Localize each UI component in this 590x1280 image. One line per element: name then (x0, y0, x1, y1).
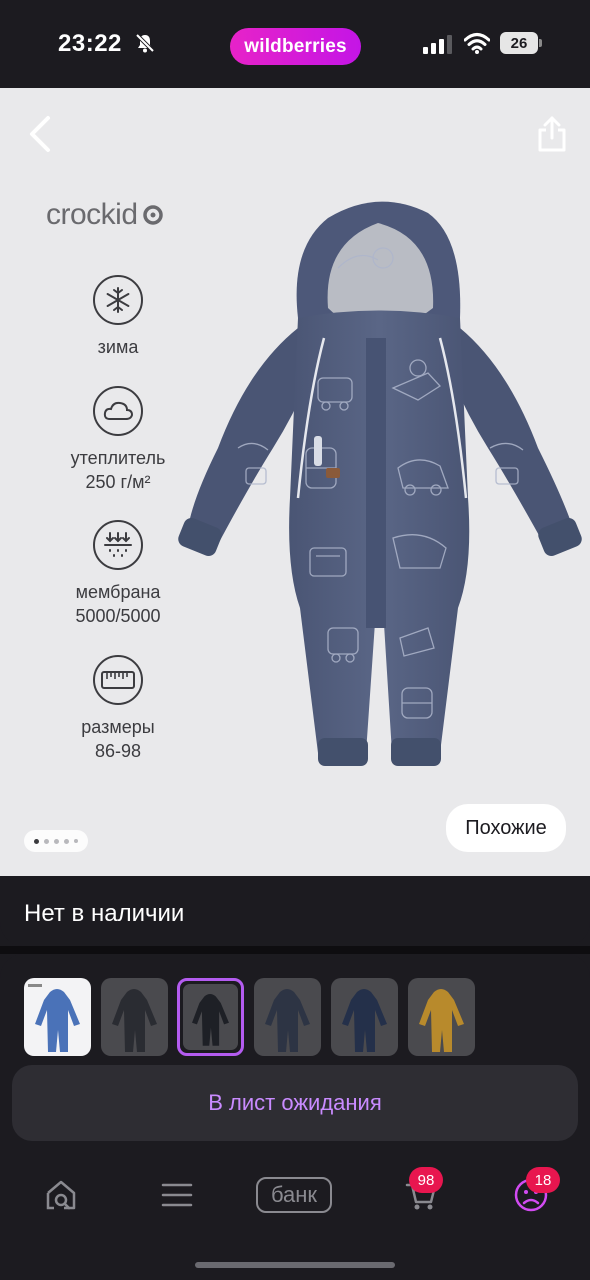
variant-photo (265, 989, 310, 1052)
nav-bank[interactable]: банк (255, 1170, 333, 1220)
wait-list-button[interactable]: В лист ожидания (12, 1065, 578, 1141)
pagination-dot (54, 838, 59, 844)
bottom-navigation: банк 98 18 (0, 1150, 590, 1240)
profile-badge-count: 18 (534, 1171, 552, 1189)
brand-logo: crockid (46, 198, 164, 232)
pagination-dot-active (34, 838, 39, 844)
brand-mark-icon (142, 205, 163, 225)
variant-photo (192, 994, 229, 1046)
feature-label: зима (97, 337, 139, 357)
bank-label: банк (270, 1182, 318, 1207)
feature-sizes: размеры 86-98 (50, 655, 186, 763)
availability-panel: Нет в наличии (0, 876, 590, 946)
nav-catalog[interactable] (152, 1170, 202, 1220)
cart-badge: 98 (409, 1167, 443, 1193)
status-bar: 23:22 wildberries 26 (0, 0, 590, 88)
similar-button-label: Похожие (465, 816, 547, 839)
ruler-icon (93, 655, 143, 705)
variant-photo (419, 989, 464, 1052)
bell-muted-icon (135, 33, 155, 53)
variant-thumbnail[interactable] (331, 978, 398, 1056)
nav-home[interactable] (36, 1170, 86, 1220)
feature-membrane: мембрана 5000/5000 (50, 520, 186, 628)
pagination-dot (64, 838, 69, 844)
feature-label: размеры 86-98 (81, 717, 155, 761)
profile-badge: 18 (526, 1167, 560, 1193)
menu-icon (161, 1183, 193, 1207)
snowflake-icon (93, 275, 143, 325)
pagination-dot (44, 838, 49, 844)
app-pill-label: wildberries (244, 35, 347, 57)
share-icon[interactable] (534, 114, 570, 154)
back-icon[interactable] (22, 112, 56, 156)
battery-level: 26 (510, 34, 528, 52)
cloud-icon (93, 386, 143, 436)
availability-text: Нет в наличии (24, 900, 185, 927)
cart-badge-count: 98 (417, 1171, 435, 1189)
feature-insulation: утеплитель 250 г/м² (50, 386, 186, 494)
signal-icon (423, 35, 452, 54)
brand-name: crockid (46, 198, 138, 231)
variant-photo (342, 989, 387, 1052)
wait-list-label: В лист ожидания (208, 1090, 382, 1115)
similar-button[interactable]: Похожие (446, 804, 566, 852)
gallery-pagination[interactable] (24, 830, 88, 852)
variant-thumbnail[interactable] (24, 978, 91, 1056)
product-photo (178, 201, 582, 766)
home-indicator (195, 1262, 395, 1268)
variant-photo (28, 984, 80, 1052)
home-search-icon (46, 1180, 76, 1210)
wifi-icon (464, 33, 490, 54)
variant-thumbnail[interactable] (408, 978, 475, 1056)
variant-thumbnail[interactable] (101, 978, 168, 1056)
feature-season: зима (50, 275, 186, 359)
bank-icon: банк (256, 1177, 332, 1213)
battery-tip (539, 39, 542, 47)
feature-label: мембрана 5000/5000 (75, 582, 161, 626)
feature-label: утеплитель 250 г/м² (70, 448, 166, 492)
membrane-icon (93, 520, 143, 570)
pagination-dot (74, 839, 78, 843)
product-image-gallery[interactable]: crockid зима утеплитель 250 г/м² мембран… (0, 88, 590, 876)
variant-thumbnail-selected[interactable] (177, 978, 244, 1056)
section-divider (0, 946, 590, 954)
status-time: 23:22 (58, 30, 122, 57)
app-pill[interactable]: wildberries (230, 28, 361, 65)
variant-thumbnail[interactable] (254, 978, 321, 1056)
battery-indicator: 26 (500, 32, 538, 54)
variant-photo (112, 989, 157, 1052)
